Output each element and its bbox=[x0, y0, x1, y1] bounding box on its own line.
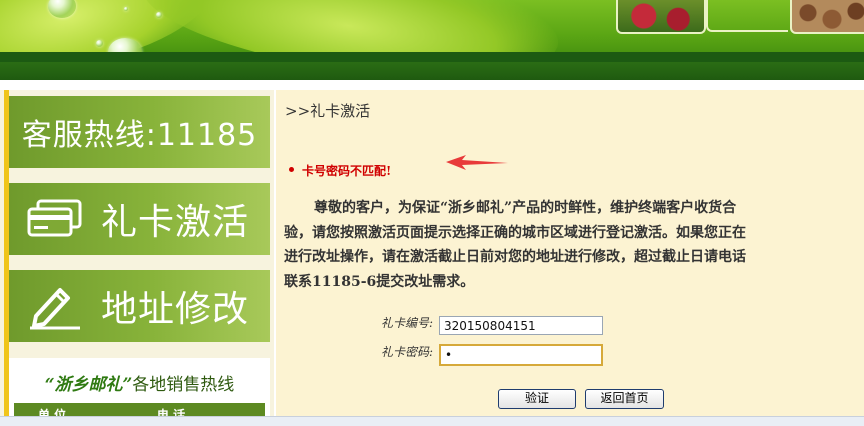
error-message: 卡号密码不匹配! bbox=[289, 162, 392, 179]
back-home-button[interactable]: 返回首页 bbox=[585, 389, 664, 409]
left-sidebar: 客服热线:11185 礼卡激活 地址修改 “浙乡邮礼”各地销售热线 单 位 电 … bbox=[0, 90, 274, 425]
main-content: >>礼卡激活 卡号密码不匹配! 尊敬的客户，为保证“浙乡邮礼”产品的时鲜性，维护… bbox=[276, 90, 864, 425]
pencil-icon bbox=[15, 282, 95, 330]
sales-hotline-suffix: 各地销售热线 bbox=[132, 375, 235, 395]
address-change-label: 地址修改 bbox=[101, 289, 250, 330]
sales-hotline-panel: “浙乡邮礼”各地销售热线 单 位 电 话 bbox=[9, 358, 270, 425]
activation-notice: 尊敬的客户，为保证“浙乡邮礼”产品的时鲜性，维护终端客户收货合 验，请您按照激活… bbox=[284, 196, 864, 294]
notice-line: 验，请您按照激活页面提示选择正确的城市区域进行登记激活。如果您正在 bbox=[284, 224, 746, 241]
sales-hotline-title: “浙乡邮礼”各地销售热线 bbox=[9, 370, 270, 395]
notice-line: 尊敬的客户，为保证“浙乡邮礼”产品的时鲜性，维护终端客户收货合 bbox=[314, 200, 737, 216]
water-drop bbox=[96, 40, 103, 47]
card-activation-label: 礼卡激活 bbox=[101, 202, 250, 243]
hotline-label: 客服热线:11185 bbox=[21, 118, 258, 153]
brand-name: “浙乡邮礼” bbox=[44, 375, 133, 395]
address-change-button[interactable]: 地址修改 bbox=[9, 270, 270, 342]
banner-stripe bbox=[0, 62, 864, 80]
banner-stripe bbox=[0, 52, 864, 62]
verify-button[interactable]: 验证 bbox=[498, 389, 576, 409]
header-banner bbox=[0, 0, 864, 80]
card-number-input[interactable]: 320150804151 bbox=[439, 316, 603, 335]
bayberry-photo bbox=[616, 0, 706, 34]
nuts-photo bbox=[790, 0, 864, 34]
error-text: 卡号密码不匹配! bbox=[302, 164, 392, 178]
bullet-icon bbox=[289, 167, 294, 172]
notice-line: 进行改址操作，请在激活截止日前对您的地址进行修改，超过截止日请电话 bbox=[284, 249, 746, 265]
card-number-label: 礼卡编号: bbox=[381, 316, 434, 330]
credit-card-icon bbox=[15, 199, 95, 239]
notice-line: 联系11185-6提交改址需求。 bbox=[284, 273, 475, 290]
water-drop bbox=[156, 12, 162, 18]
card-activation-button[interactable]: 礼卡激活 bbox=[9, 183, 270, 255]
arrow-left-icon bbox=[446, 155, 508, 170]
breadcrumb: >>礼卡激活 bbox=[285, 102, 371, 120]
customer-hotline-banner: 客服热线:11185 bbox=[9, 96, 270, 168]
card-password-label: 礼卡密码: bbox=[381, 345, 434, 359]
card-password-input[interactable]: • bbox=[439, 344, 603, 366]
photo-frame bbox=[706, 0, 788, 32]
water-drop bbox=[124, 7, 128, 11]
